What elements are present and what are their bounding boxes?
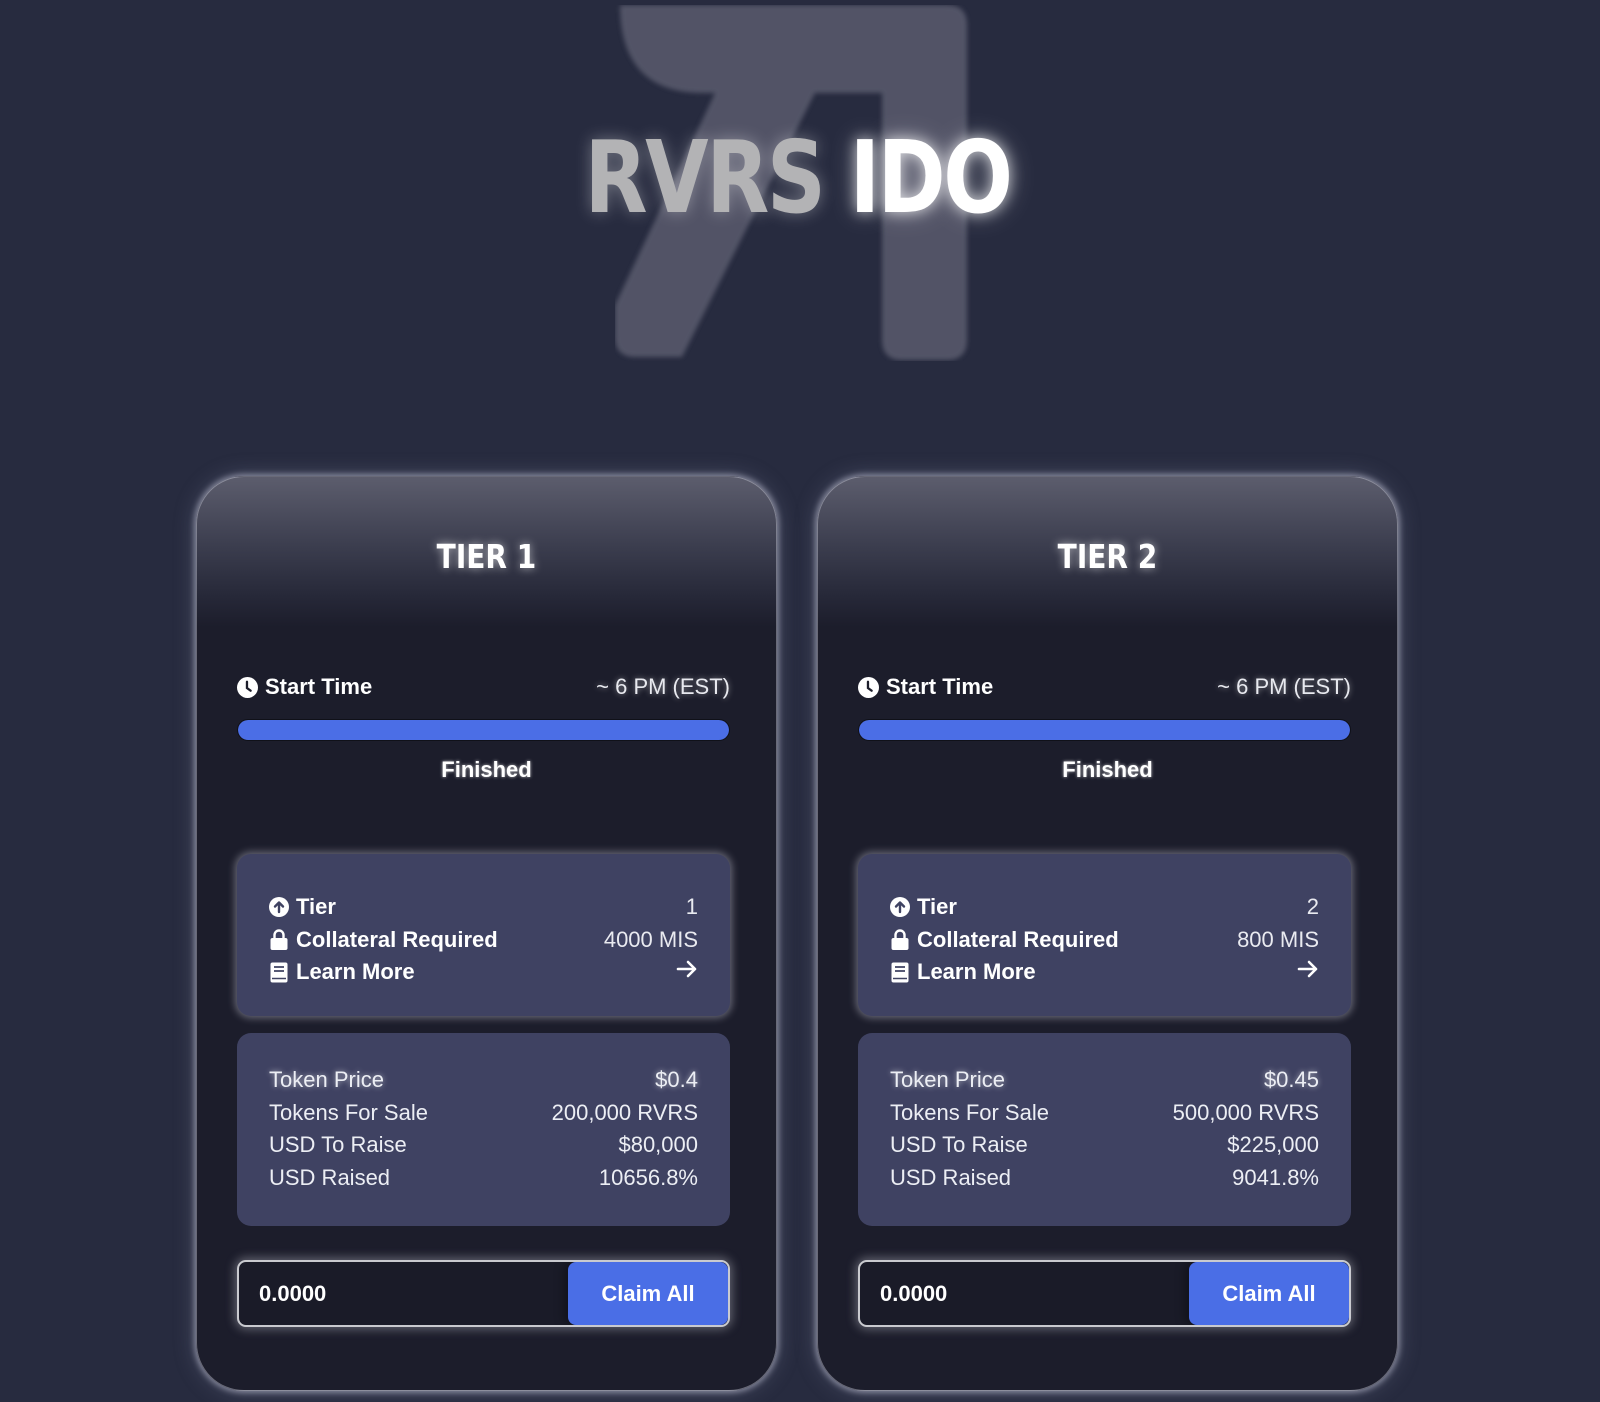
claim-amount-input[interactable] — [860, 1262, 1189, 1325]
collateral-label: Collateral Required — [296, 926, 498, 952]
tier-value: 2 — [1306, 894, 1319, 920]
arrow-right-icon[interactable] — [676, 959, 698, 985]
stat-label: USD To Raise — [890, 1132, 1028, 1158]
collateral-row: Collateral Required 4000 MIS — [269, 924, 698, 957]
stat-row: Tokens For Sale 200,000 RVRS — [269, 1097, 698, 1130]
stat-label: Token Price — [890, 1067, 1005, 1093]
tier-info-panel: Tier 1 Collateral Required 4000 MIS Lear… — [237, 854, 730, 1016]
stat-label: Token Price — [269, 1067, 384, 1093]
stat-row: Tokens For Sale 500,000 RVRS — [890, 1097, 1319, 1130]
progress-fill — [859, 720, 1350, 740]
learn-more-link[interactable]: Learn More — [890, 956, 1319, 989]
page: RVRS IDO TIER 1 Start Time ~ 6 PM (EST) … — [0, 0, 1600, 1402]
start-time-row: Start Time ~ 6 PM (EST) — [237, 674, 730, 700]
stat-value: 10656.8% — [598, 1164, 698, 1190]
claim-all-button[interactable]: Claim All — [1189, 1262, 1349, 1325]
tier-title: TIER 1 — [436, 537, 537, 576]
start-time-label: Start Time — [886, 674, 994, 699]
stat-label: Tokens For Sale — [269, 1099, 428, 1125]
stat-value: $225,000 — [1227, 1132, 1319, 1158]
learn-more-link[interactable]: Learn More — [269, 956, 698, 989]
start-time-row: Start Time ~ 6 PM (EST) — [858, 674, 1351, 700]
status-label: Finished — [1062, 757, 1153, 782]
progress-fill — [238, 720, 729, 740]
page-title: RVRS IDO — [139, 128, 1455, 228]
stat-row: USD To Raise $225,000 — [890, 1129, 1319, 1162]
clock-icon — [237, 676, 258, 698]
book-icon — [269, 962, 289, 983]
stat-value: 9041.8% — [1232, 1164, 1319, 1190]
progress-bar — [858, 719, 1351, 741]
claim-all-button[interactable]: Claim All — [568, 1262, 728, 1325]
arrow-up-circle-icon — [269, 897, 289, 918]
stat-row: USD Raised 9041.8% — [890, 1162, 1319, 1195]
stat-label: USD Raised — [269, 1164, 391, 1190]
stat-row: Token Price $0.4 — [269, 1064, 698, 1097]
stat-value: 500,000 RVRS — [1172, 1099, 1319, 1125]
stat-value: $0.45 — [1263, 1067, 1319, 1093]
lock-icon — [890, 929, 910, 951]
tier-label: Tier — [296, 894, 336, 920]
stat-value: $80,000 — [618, 1132, 698, 1158]
stat-value: $0.4 — [655, 1067, 698, 1093]
claim-row: Claim All — [237, 1260, 730, 1327]
title-ido: IDO — [849, 119, 1013, 236]
tier-card-2: TIER 2 Start Time ~ 6 PM (EST) Finished — [817, 476, 1398, 1391]
stat-row: USD Raised 10656.8% — [269, 1162, 698, 1195]
lock-icon — [269, 929, 289, 951]
claim-amount-input[interactable] — [239, 1262, 568, 1325]
arrow-up-circle-icon — [890, 897, 910, 918]
tier-value: 1 — [685, 894, 698, 920]
tier-row: Tier 1 — [269, 891, 698, 924]
stat-row: USD To Raise $80,000 — [269, 1129, 698, 1162]
stat-row: Token Price $0.45 — [890, 1064, 1319, 1097]
learn-more-label: Learn More — [917, 959, 1036, 985]
arrow-right-icon[interactable] — [1297, 959, 1319, 985]
stat-label: USD To Raise — [269, 1132, 407, 1158]
tier-row: Tier 2 — [890, 891, 1319, 924]
token-stats-panel: Token Price $0.4 Tokens For Sale 200,000… — [237, 1033, 730, 1226]
start-time-label: Start Time — [265, 674, 373, 699]
collateral-label: Collateral Required — [917, 926, 1119, 952]
tier-title: TIER 2 — [1057, 537, 1158, 576]
stat-label: Tokens For Sale — [890, 1099, 1049, 1125]
book-icon — [890, 962, 910, 983]
stat-label: USD Raised — [890, 1164, 1012, 1190]
title-rvrs: RVRS — [584, 119, 826, 236]
tier-info-panel: Tier 2 Collateral Required 800 MIS Learn… — [858, 854, 1351, 1016]
stat-value: 200,000 RVRS — [551, 1099, 698, 1125]
start-time-value: ~ 6 PM (EST) — [1217, 674, 1351, 699]
claim-row: Claim All — [858, 1260, 1351, 1327]
collateral-row: Collateral Required 800 MIS — [890, 924, 1319, 957]
progress-bar — [237, 719, 730, 741]
tier-label: Tier — [917, 894, 957, 920]
learn-more-label: Learn More — [296, 959, 415, 985]
collateral-value: 4000 MIS — [603, 926, 698, 952]
tier-card-1: TIER 1 Start Time ~ 6 PM (EST) Finished — [196, 476, 777, 1391]
status-label: Finished — [441, 757, 532, 782]
token-stats-panel: Token Price $0.45 Tokens For Sale 500,00… — [858, 1033, 1351, 1226]
clock-icon — [858, 676, 879, 698]
collateral-value: 800 MIS — [1237, 926, 1319, 952]
start-time-value: ~ 6 PM (EST) — [596, 674, 730, 699]
